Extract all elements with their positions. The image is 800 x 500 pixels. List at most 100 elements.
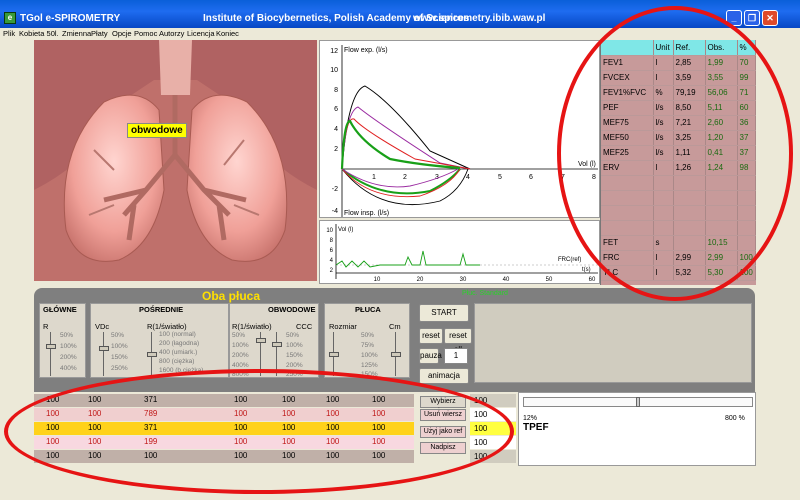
select-row-button[interactable]: Wybierz wiersz bbox=[420, 396, 466, 415]
pluca-size-slider[interactable] bbox=[329, 332, 339, 376]
slider-knob[interactable] bbox=[329, 352, 339, 357]
flow-ylabel: Flow exp. (l/s) bbox=[344, 47, 388, 54]
slider-knob[interactable] bbox=[391, 352, 401, 357]
table-cell: 2,85 bbox=[673, 55, 706, 71]
table-cell: 71 bbox=[737, 85, 756, 101]
menu-item-autorzy[interactable]: Autorzy bbox=[159, 28, 184, 39]
slider-tick: 200 (łagodna) bbox=[159, 340, 200, 347]
table-row[interactable]: 100 100 199 100 100 100 100 bbox=[34, 436, 414, 449]
table-row[interactable]: 100 100 789 100 100 100 100 bbox=[34, 408, 414, 421]
slider-tick: 800 (ciężka) bbox=[159, 358, 195, 365]
table-cell: 1,26 bbox=[673, 160, 706, 176]
grid-cell: 100 bbox=[144, 451, 158, 460]
table-header-row: Unit Ref. Obs. % bbox=[601, 40, 756, 56]
tpef-slider[interactable] bbox=[523, 397, 753, 407]
overwrite-button[interactable]: Nadpisz bbox=[420, 442, 466, 454]
posrednie-vdc-slider[interactable] bbox=[99, 332, 109, 376]
menu-item-opcje[interactable]: Opcje bbox=[112, 28, 132, 39]
obwodowe-ccc-slider[interactable] bbox=[272, 332, 282, 376]
flow-ytick: -4 bbox=[332, 208, 338, 215]
grid-cell: 371 bbox=[144, 423, 158, 432]
menu-item-licencja[interactable]: Licencja bbox=[187, 28, 215, 39]
table-cell: l/s bbox=[653, 100, 674, 116]
group-obwodowe: OBWODOWE R(1/światło) CCC 50% 100% 200% … bbox=[229, 303, 319, 378]
slider-tick: 400% bbox=[60, 365, 77, 372]
table-cell bbox=[601, 205, 654, 221]
grid-cell: 100 bbox=[234, 437, 248, 446]
table-cell bbox=[653, 190, 674, 206]
table-row[interactable]: 100 100 371 100 100 100 100 bbox=[34, 394, 414, 407]
website-title: www.spirometry.ibib.waw.pl bbox=[413, 13, 546, 24]
animation-button[interactable]: animacja bbox=[419, 368, 469, 384]
restore-button[interactable]: ❐ bbox=[744, 10, 760, 26]
lung-illustration[interactable]: obwodowe bbox=[34, 40, 317, 281]
minimize-button[interactable]: _ bbox=[726, 10, 742, 26]
slider-knob[interactable] bbox=[46, 344, 56, 349]
start-button[interactable]: START bbox=[419, 304, 469, 322]
slider-tick: 100 (normal) bbox=[159, 331, 196, 338]
slider-tick: 1600 (b.ciężka) bbox=[159, 367, 204, 374]
table-cell: 1,24 bbox=[705, 160, 738, 176]
table-cell bbox=[673, 235, 706, 251]
grid-cell: 100 bbox=[282, 395, 296, 404]
vol-xtick: 50 bbox=[546, 277, 553, 283]
column-header bbox=[601, 40, 654, 56]
menu-item-platy[interactable]: Płaty bbox=[91, 28, 108, 39]
tpef-max-label: 800 % bbox=[725, 415, 745, 422]
pause-value-field[interactable]: 1 bbox=[444, 348, 468, 364]
table-cell bbox=[601, 220, 654, 236]
title-bar: e TGol e-SPIROMETRY Institute of Biocybe… bbox=[0, 0, 800, 28]
vol-frc-label: FRC(ref) bbox=[558, 257, 581, 263]
table-cell: l bbox=[653, 55, 674, 71]
use-as-ref-button[interactable]: Użyj jako ref bbox=[420, 426, 466, 438]
flow-xtick: 8 bbox=[592, 174, 596, 181]
table-cell: 36 bbox=[737, 115, 756, 131]
glowne-r-slider[interactable] bbox=[46, 332, 56, 376]
slider-tick: 250% bbox=[111, 365, 128, 372]
table-cell bbox=[737, 235, 756, 251]
slider-tick: 150% bbox=[361, 371, 378, 378]
slider-knob[interactable] bbox=[256, 338, 266, 343]
menu-item-pomoc[interactable]: Pomoc bbox=[134, 28, 157, 39]
app-window: e TGol e-SPIROMETRY Institute of Biocybe… bbox=[0, 0, 800, 500]
table-cell: 70 bbox=[737, 55, 756, 71]
slider-knob[interactable] bbox=[272, 342, 282, 347]
slider-knob[interactable] bbox=[636, 397, 640, 407]
grid-cell: 100 bbox=[46, 395, 60, 404]
vol-ytick: 10 bbox=[326, 228, 333, 234]
table-cell bbox=[737, 190, 756, 206]
table-row[interactable]: 100 100 371 100 100 100 100 bbox=[34, 422, 414, 435]
menu-item-zmienna[interactable]: Zmienna bbox=[62, 28, 91, 39]
grid-cell: 100 bbox=[326, 451, 340, 460]
close-button[interactable]: ✕ bbox=[762, 10, 778, 26]
slider-knob[interactable] bbox=[99, 346, 109, 351]
menu-item-patient[interactable]: Kobieta 50l. bbox=[19, 28, 59, 39]
slider-tick: 100% bbox=[232, 342, 249, 349]
slider-tick: 100% bbox=[286, 342, 303, 349]
menu-item-plik[interactable]: Plik bbox=[3, 28, 15, 39]
obwodowe-r-slider[interactable] bbox=[256, 332, 266, 376]
table-cell bbox=[673, 220, 706, 236]
pluca-cm-slider[interactable] bbox=[391, 332, 401, 376]
panel-title: Oba płuca bbox=[202, 289, 261, 303]
vol-ytick: 2 bbox=[330, 268, 334, 274]
param-label: Cm bbox=[389, 322, 401, 331]
param-label: Rozmiar bbox=[329, 322, 357, 331]
table-row[interactable]: 100 100 100 100 100 100 100 bbox=[34, 450, 414, 463]
table-cell bbox=[705, 175, 738, 191]
reset-button[interactable]: reset bbox=[419, 328, 443, 344]
grid-cell: 100 bbox=[282, 409, 296, 418]
pause-button[interactable]: pauza bbox=[419, 348, 442, 364]
table-row: MEF75 l/s 7,21 2,60 36 bbox=[601, 115, 756, 131]
reset-all-button[interactable]: reset all bbox=[444, 328, 472, 354]
slider-knob[interactable] bbox=[147, 352, 157, 357]
delete-row-button[interactable]: Usuń wiersz bbox=[420, 409, 466, 421]
menu-item-koniec[interactable]: Koniec bbox=[216, 28, 239, 39]
table-cell: 5,32 bbox=[673, 265, 706, 281]
ref-value: 100 bbox=[470, 394, 516, 407]
ref-value: 100 bbox=[470, 436, 516, 449]
table-cell: FEV1 bbox=[601, 55, 654, 71]
posrednie-r-slider[interactable] bbox=[147, 332, 157, 376]
slider-tick: 150% bbox=[111, 354, 128, 361]
table-cell: s bbox=[653, 235, 674, 251]
